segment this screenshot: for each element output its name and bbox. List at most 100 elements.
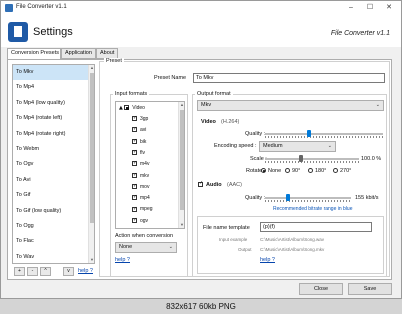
action-combobox[interactable]: None ⌄ xyxy=(115,242,177,253)
slider-thumb[interactable] xyxy=(285,194,290,201)
rotate-90-label: 90° xyxy=(292,168,301,174)
scale-slider[interactable] xyxy=(265,155,359,163)
format-item[interactable]: m4v xyxy=(132,159,149,169)
slider-track xyxy=(265,158,359,160)
remove-preset-button[interactable]: - xyxy=(27,267,38,276)
format-checkbox[interactable] xyxy=(132,137,137,146)
format-checkbox[interactable] xyxy=(132,216,137,225)
video-quality-slider[interactable] xyxy=(265,130,383,138)
slider-ticks xyxy=(265,136,383,138)
scroll-down-icon[interactable]: ▼ xyxy=(89,257,94,263)
scroll-up-icon[interactable]: ▲ xyxy=(89,65,94,71)
preset-item[interactable]: To Ogg xyxy=(13,219,94,234)
format-checkbox[interactable] xyxy=(132,182,137,191)
format-label: mp4 xyxy=(140,195,150,202)
format-checkbox[interactable] xyxy=(132,205,137,214)
title-bar: File Converter v1.1 – ☐ ✕ xyxy=(1,1,401,15)
format-item[interactable]: mpeg xyxy=(132,205,153,214)
output-format-combobox[interactable]: Mkv ⌄ xyxy=(197,100,384,111)
format-checkbox[interactable] xyxy=(132,114,137,123)
format-item[interactable]: mkv xyxy=(132,171,150,181)
radio-270[interactable] xyxy=(333,168,338,174)
format-item[interactable]: bik xyxy=(132,137,146,147)
tab-application[interactable]: Application xyxy=(61,48,96,59)
preset-item[interactable]: To Mp4 (rotate left) xyxy=(13,111,94,126)
input-formats-tree[interactable]: ▲ Video 3gpavibikflvm4vmkvmovmp4mpegogv … xyxy=(115,101,185,229)
slider-thumb[interactable] xyxy=(307,130,312,137)
scroll-thumb[interactable] xyxy=(180,110,184,210)
format-checkbox[interactable] xyxy=(132,193,137,202)
template-help-link[interactable]: help ? xyxy=(260,257,275,263)
conversion-presets-panel: To Mkv To Mp4 To Mp4 (low quality) To Mp4 (… xyxy=(7,58,392,280)
output-example-value: C:\Music\Artist\Album\Song.mkv xyxy=(260,247,325,252)
preset-list[interactable]: To Mkv To Mp4 To Mp4 (low quality) To Mp4 (… xyxy=(12,64,95,264)
move-up-button[interactable]: ^ xyxy=(40,267,51,276)
minimize-icon[interactable]: – xyxy=(344,2,358,14)
move-down-button[interactable]: v xyxy=(63,267,74,276)
template-input[interactable]: (p)(f) xyxy=(260,222,372,232)
format-checkbox[interactable] xyxy=(132,125,137,134)
preset-item[interactable]: To Mp4 xyxy=(13,80,94,95)
video-section-label: Video xyxy=(201,119,216,125)
format-checkbox[interactable] xyxy=(132,148,137,157)
preset-list-scrollbar[interactable]: ▲ ▼ xyxy=(88,65,94,263)
format-item[interactable]: ogv xyxy=(132,216,148,226)
preset-item[interactable]: To Mp4 (rotate right) xyxy=(13,127,94,142)
rotate-option-180[interactable]: 180° xyxy=(308,168,326,174)
preset-name-input[interactable]: To Mkv xyxy=(193,73,385,83)
add-preset-button[interactable]: + xyxy=(14,267,25,276)
rotate-option-none[interactable]: None xyxy=(261,168,281,174)
radio-90[interactable] xyxy=(285,168,290,174)
chevron-down-icon: ⌄ xyxy=(375,102,380,108)
template-label: File name template xyxy=(203,225,250,231)
preset-item[interactable]: To Avi xyxy=(13,173,94,188)
close-button[interactable]: Close xyxy=(299,283,343,295)
preset-item[interactable]: To Mkv xyxy=(13,65,94,81)
format-label: flv xyxy=(140,149,145,156)
preset-item[interactable]: To Webm xyxy=(13,142,94,157)
scroll-down-icon[interactable]: ▼ xyxy=(179,222,184,228)
format-label: mov xyxy=(140,183,150,190)
format-label: mkv xyxy=(140,172,150,179)
preset-item[interactable]: To Flac xyxy=(13,234,94,249)
slider-thumb[interactable] xyxy=(299,155,304,162)
preset-item[interactable]: To Gif xyxy=(13,188,94,203)
tree-root-label: Video xyxy=(132,105,145,111)
format-item[interactable]: mp4 xyxy=(132,193,150,203)
tree-root-video[interactable]: ▲ Video xyxy=(119,104,145,113)
output-format-group: Output format Mkv ⌄ Video (H.264) Qualit… xyxy=(192,91,387,277)
preset-item[interactable]: To Wav xyxy=(13,250,94,263)
rotate-none-label: None xyxy=(268,168,282,174)
rotate-option-90[interactable]: 90° xyxy=(285,168,300,174)
format-checkbox[interactable] xyxy=(132,171,137,180)
page-title: Settings xyxy=(33,26,73,38)
format-item[interactable]: flv xyxy=(132,148,145,158)
format-item[interactable]: mov xyxy=(132,182,150,192)
video-checkbox[interactable] xyxy=(124,105,130,111)
action-help-link[interactable]: help ? xyxy=(115,257,130,263)
preset-item[interactable]: To Ogv xyxy=(13,157,94,172)
save-button[interactable]: Save xyxy=(348,283,392,295)
maximize-icon[interactable]: ☐ xyxy=(363,2,377,14)
collapse-icon[interactable]: ▲ xyxy=(119,105,123,111)
audio-check[interactable] xyxy=(198,180,203,188)
scroll-up-icon[interactable]: ▲ xyxy=(179,102,184,108)
preset-item[interactable]: To Gif (low quality) xyxy=(13,204,94,219)
format-item[interactable]: 3gp xyxy=(132,114,148,124)
audio-checkbox[interactable]: Audio xyxy=(198,180,222,188)
input-example-value: C:\Music\Artist\Album\Song.wav xyxy=(260,237,325,242)
audio-quality-slider[interactable] xyxy=(265,194,351,202)
format-item[interactable]: avi xyxy=(132,125,146,135)
rotate-option-270[interactable]: 270° xyxy=(333,168,351,174)
scroll-thumb[interactable] xyxy=(90,73,94,223)
preset-item[interactable]: To Mp4 (low quality) xyxy=(13,96,94,111)
presets-help-link[interactable]: help ? xyxy=(78,268,93,274)
scale-value: 100.0 % xyxy=(361,156,382,162)
radio-none[interactable] xyxy=(261,168,266,174)
encoding-speed-combobox[interactable]: Medium ⌄ xyxy=(259,141,336,152)
format-checkbox[interactable] xyxy=(132,159,137,168)
input-formats-scrollbar[interactable]: ▲ ▼ xyxy=(178,102,184,228)
slider-ticks xyxy=(265,161,359,163)
radio-180[interactable] xyxy=(308,168,313,174)
close-icon[interactable]: ✕ xyxy=(382,2,396,14)
